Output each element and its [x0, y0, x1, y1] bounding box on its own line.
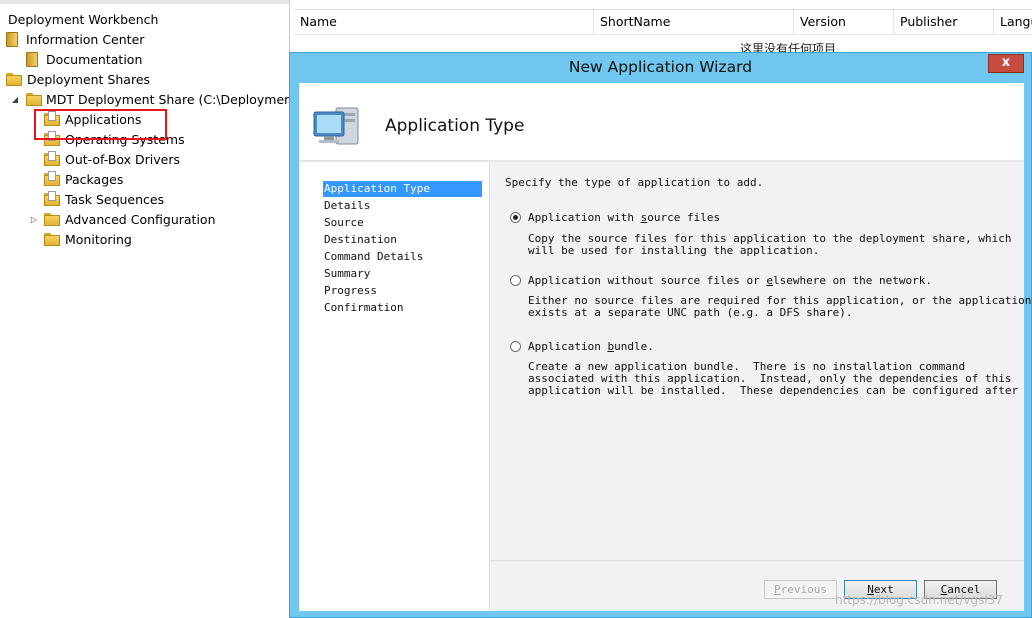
tree-item-label: Task Sequences: [65, 192, 165, 207]
book-icon: [26, 52, 38, 67]
tree-item-label: Information Center: [26, 32, 145, 47]
tree-item-out-of-box-drivers[interactable]: Out-of-Box Drivers: [44, 150, 180, 170]
radio-with-source-files[interactable]: [510, 212, 521, 223]
step-command-details: Command Details: [324, 250, 424, 263]
tree-item-label: Documentation: [46, 52, 143, 67]
highlight-box: [34, 109, 167, 140]
book-icon: [6, 32, 18, 47]
step-progress: Progress: [324, 284, 377, 297]
column-header-shortname[interactable]: ShortName: [594, 10, 794, 34]
radio-application-bundle[interactable]: [510, 341, 521, 352]
step-summary: Summary: [324, 267, 371, 280]
list-header: Name ShortName Version Publisher Langu: [294, 9, 1032, 35]
tree-item-label: Advanced Configuration: [65, 212, 216, 227]
tree-item-label: Monitoring: [65, 232, 132, 247]
folder-icon: [44, 171, 60, 186]
tree-item-label: Deployment Shares: [27, 72, 151, 87]
option-label-application-bundle[interactable]: Application bundle.: [528, 341, 654, 353]
column-header-name[interactable]: Name: [294, 10, 594, 34]
instruction-text: Specify the type of application to add.: [505, 176, 764, 189]
tree-item-packages[interactable]: Packages: [44, 170, 123, 190]
wizard-client-area: Application Type Application Type Detail…: [299, 83, 1031, 611]
column-header-language[interactable]: Langu: [994, 10, 1032, 34]
step-destination: Destination: [324, 233, 397, 246]
tree-item-documentation[interactable]: Documentation: [26, 50, 142, 70]
wizard-header: Application Type: [299, 83, 1024, 160]
computer-icon: [313, 107, 359, 145]
tree-item-task-sequences[interactable]: Task Sequences: [44, 190, 164, 210]
folder-icon: [44, 151, 60, 166]
wizard-dialog: New Application Wizard x Application Typ…: [289, 52, 1032, 618]
previous-button[interactable]: Previous: [764, 580, 837, 599]
tree-root[interactable]: Deployment Workbench: [8, 10, 158, 30]
option-description-without-source-files: Either no source files are required for …: [528, 294, 1032, 319]
wizard-title: New Application Wizard: [568, 58, 753, 76]
wizard-steps: Application Type Details Source Destinat…: [299, 162, 490, 611]
tree-item-information-center[interactable]: Information Center: [6, 30, 144, 50]
column-header-version[interactable]: Version: [794, 10, 894, 34]
folder-icon: [26, 93, 42, 106]
tree-item-label: Packages: [65, 172, 124, 187]
collapse-arrow-icon[interactable]: ◢: [10, 90, 20, 110]
option-description-with-source-files: Copy the source files for this applicati…: [528, 232, 1012, 257]
tree-item-label: Out-of-Box Drivers: [65, 152, 181, 167]
tree-item-mdt-deployment-share[interactable]: MDT Deployment Share (C:\DeploymentShare…: [26, 90, 289, 110]
step-application-type: Application Type: [323, 181, 482, 197]
expand-arrow-icon[interactable]: ▷: [29, 210, 39, 230]
folder-icon: [6, 73, 22, 86]
tree-root-label: Deployment Workbench: [8, 12, 159, 27]
page-title: Application Type: [385, 116, 525, 136]
step-confirmation: Confirmation: [324, 301, 404, 314]
tree-item-deployment-shares[interactable]: Deployment Shares: [6, 70, 150, 90]
close-button[interactable]: x: [988, 54, 1024, 73]
folder-icon: [44, 213, 60, 226]
tree-pane[interactable]: Deployment Workbench Information Center …: [0, 0, 290, 618]
option-label-with-source-files[interactable]: Application with source files: [528, 212, 720, 224]
watermark: https://blog.csdn.net/vgsl37: [835, 593, 1003, 607]
column-header-publisher[interactable]: Publisher: [894, 10, 994, 34]
wizard-content: Specify the type of application to add. …: [490, 162, 1031, 611]
step-source: Source: [324, 216, 364, 229]
top-strip: [0, 0, 289, 4]
button-bar-divider: [490, 560, 1024, 561]
option-label-without-source-files[interactable]: Application without source files or else…: [528, 275, 932, 287]
option-description-application-bundle: Create a new application bundle. There i…: [528, 360, 1019, 397]
folder-icon: [44, 191, 60, 206]
tree-item-monitoring[interactable]: Monitoring: [44, 230, 132, 250]
tree-item-advanced-configuration[interactable]: Advanced Configuration: [44, 210, 216, 230]
tree-item-label: MDT Deployment Share (C:\DeploymentShare…: [46, 92, 289, 107]
step-details: Details: [324, 199, 371, 212]
radio-without-source-files[interactable]: [510, 275, 521, 286]
folder-icon: [44, 233, 60, 246]
